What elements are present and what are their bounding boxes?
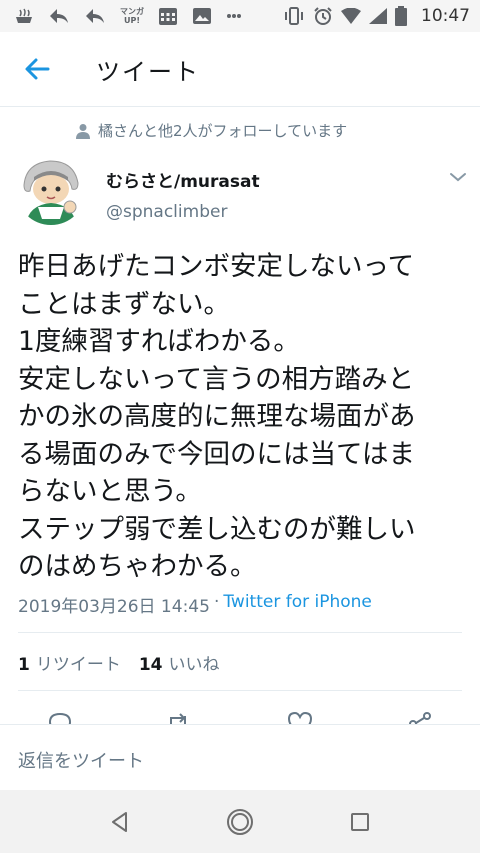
share-icon[interactable]	[406, 710, 434, 724]
signal-icon	[369, 8, 387, 24]
tweet-line: 昨日あげたコンボ安定しないって	[18, 251, 415, 282]
clock: 10:47	[421, 6, 470, 26]
nav-home-icon[interactable]	[226, 808, 254, 836]
calendar-icon	[159, 8, 177, 25]
tweet-line: かの氷の高度的に無理な場面があ	[18, 401, 416, 432]
timestamp: 2019年03月26日 14:45	[18, 597, 210, 617]
social-context-text: 橘さんと他2人がフォローしています	[98, 122, 348, 140]
tweet-line: 1度練習すればわかる。	[18, 326, 300, 357]
author-name[interactable]: むらさと/murasat	[106, 167, 260, 192]
avatar[interactable]	[16, 155, 86, 225]
tweet-line: らないと思う。	[18, 476, 202, 507]
like-count: 14	[138, 655, 163, 675]
tweet-stats: 1 リツイート 14 いいね	[18, 650, 220, 675]
meta-separator: ·	[213, 592, 220, 612]
battery-icon	[395, 6, 407, 26]
like-stat[interactable]: 14 いいね	[139, 650, 220, 675]
divider	[18, 690, 462, 691]
manga-up-icon: マンガ UP!	[120, 7, 144, 25]
retweet-count: 1	[18, 655, 30, 675]
tweet-line: 安定しないって言うの相方踏みと	[18, 363, 415, 395]
social-context[interactable]: 橘さんと他2人がフォローしています	[76, 120, 347, 141]
back-arrow-icon[interactable]	[24, 57, 50, 81]
like-label: いいね	[168, 655, 220, 675]
status-bar: マンガ UP! 10:47	[0, 0, 480, 32]
reply-notification-icon	[50, 9, 68, 23]
reply-notification-icon-2	[86, 9, 104, 23]
alarm-icon	[314, 7, 332, 25]
retweet-icon[interactable]	[164, 710, 192, 724]
tweet-line: のはめちゃわかる。	[18, 551, 257, 582]
reply-input[interactable]: 返信をツイート	[18, 747, 144, 773]
reply-icon[interactable]	[46, 710, 74, 724]
retweet-stat[interactable]: 1 リツイート	[18, 650, 121, 675]
divider	[18, 632, 462, 633]
tweet-line: ステップ弱で差し込むのが難しい	[18, 513, 416, 545]
tweet-meta: 2019年03月26日 14:45 · Twitter for iPhone	[18, 592, 372, 617]
page-title: ツイート	[96, 58, 200, 86]
tweet-text: 昨日あげたコンボ安定しないって ことはまずない。 1度練習すればわかる。 安定し…	[18, 248, 468, 586]
heart-icon[interactable]	[286, 710, 314, 724]
person-icon	[76, 123, 90, 139]
system-nav-bar	[0, 790, 480, 853]
chevron-down-icon[interactable]	[448, 170, 468, 184]
image-icon	[193, 8, 211, 24]
tweet-line: る場面のみで今回のには当てはま	[18, 438, 415, 470]
nav-back-icon[interactable]	[106, 808, 134, 836]
nav-recents-icon[interactable]	[346, 808, 374, 836]
vibrate-icon	[285, 7, 303, 25]
more-dots-icon	[227, 14, 241, 18]
author-handle[interactable]: @spnaclimber	[106, 202, 227, 222]
action-row	[0, 704, 480, 724]
reply-bar: 返信をツイート	[0, 724, 480, 791]
retweet-label: リツイート	[35, 655, 121, 675]
source-link[interactable]: Twitter for iPhone	[223, 592, 372, 617]
tweet-line: ことはまずない。	[18, 288, 230, 320]
app-notification-icon	[16, 8, 32, 23]
app-bar: ツイート	[0, 32, 480, 107]
wifi-icon	[341, 8, 361, 24]
